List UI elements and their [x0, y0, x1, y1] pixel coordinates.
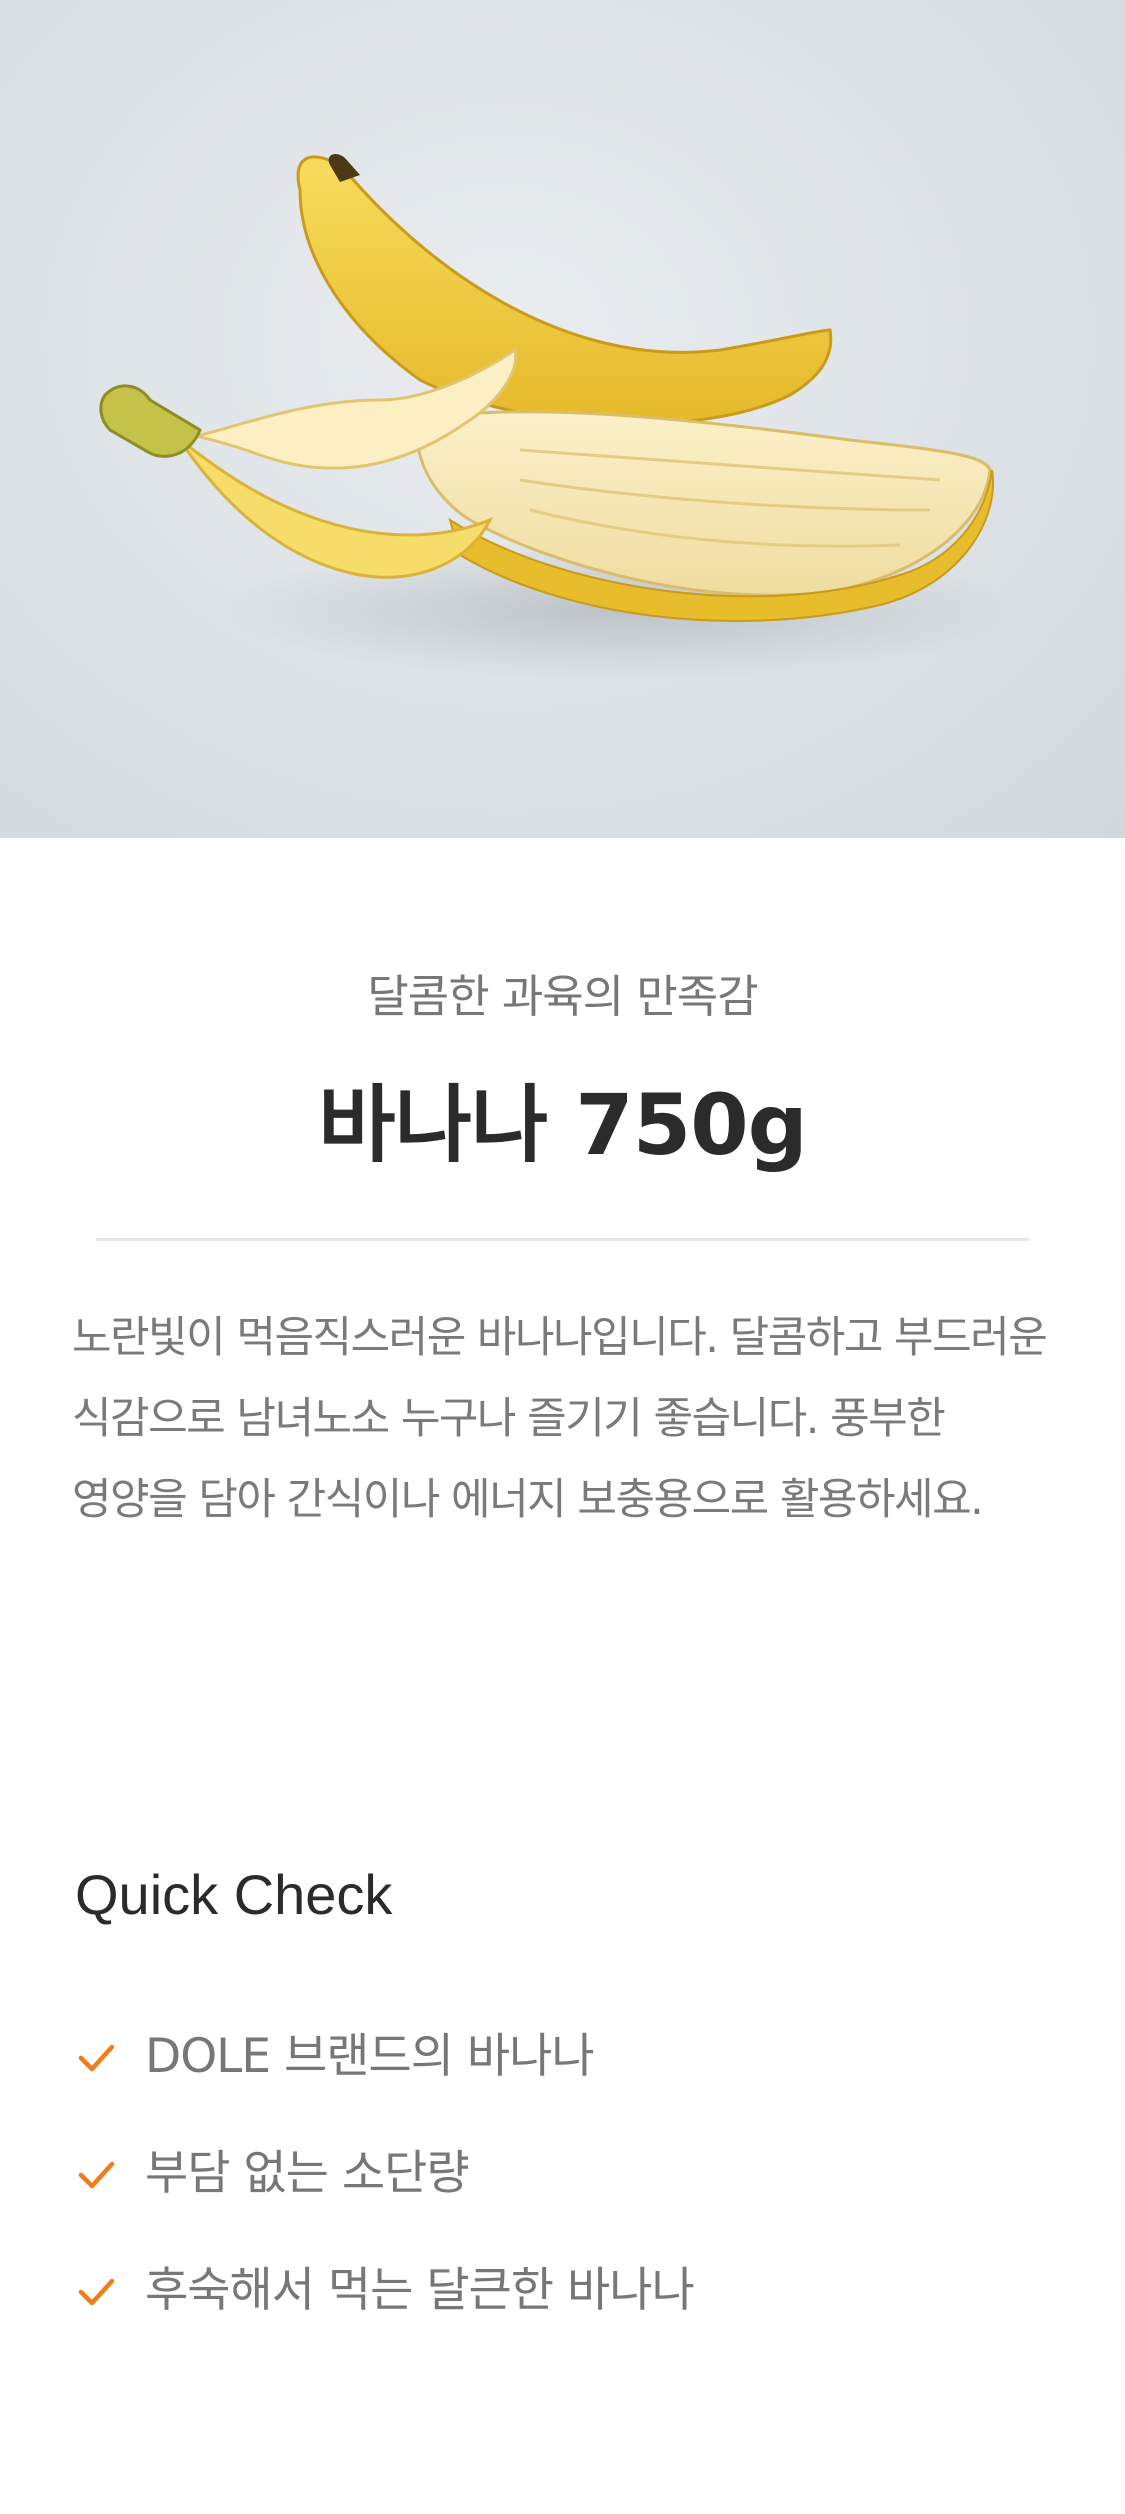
product-tagline: 달콤한 과육의 만족감 [367, 970, 758, 1023]
quick-check-label: 부담 없는 소단량 [145, 2146, 470, 2201]
quick-check-list: DOLE 브랜드의 바나나 부담 없는 소단량 후숙해서 먹는 달큰한 바나나 [75, 2022, 1075, 2373]
quick-check-label: 후숙해서 먹는 달큰한 바나나 [145, 2263, 695, 2318]
quick-check-item: DOLE 브랜드의 바나나 [75, 2022, 1075, 2092]
quick-check-item: 부담 없는 소단량 [75, 2139, 1075, 2209]
divider [96, 1238, 1029, 1241]
check-icon [78, 2161, 115, 2189]
check-icon [78, 2278, 115, 2306]
product-title: 바나나 750g [318, 1076, 808, 1174]
quick-check-label: DOLE 브랜드의 바나나 [145, 2029, 595, 2084]
check-icon [78, 2044, 115, 2072]
product-description: 노란빛이 먹음직스러운 바나나입니다. 달콤하고 부드러운 식감으로 남녀노소 … [72, 1313, 1048, 1525]
quick-check-item: 후숙해서 먹는 달큰한 바나나 [75, 2256, 1075, 2326]
product-image [0, 0, 1125, 838]
quick-check-heading: Quick Check [75, 1863, 393, 1926]
